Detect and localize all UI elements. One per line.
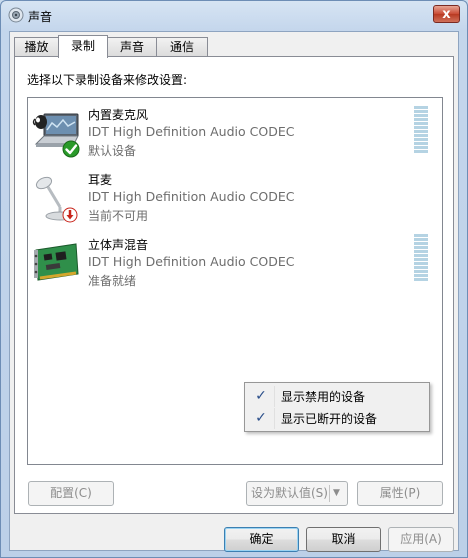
configure-button[interactable]: 配置(C) <box>28 481 114 506</box>
set-default-label: 设为默认值(S) <box>251 486 328 500</box>
properties-button[interactable]: 属性(P) <box>357 481 443 506</box>
level-meter <box>414 234 428 281</box>
ok-button[interactable]: 确定 <box>224 527 299 552</box>
checkmark-icon: ✓ <box>255 410 267 426</box>
apply-button[interactable]: 应用(A) <box>388 527 454 552</box>
menu-separator <box>274 408 275 429</box>
device-item-internal-mic[interactable]: 内置麦克风 IDT High Definition Audio CODEC 默认… <box>28 102 440 164</box>
sound-dialog-window: 声音 x 播放 录制 声音 通信 选择以下录制设备来修改设置: 内置麦克风 ID… <box>0 0 468 558</box>
menu-separator <box>274 386 275 407</box>
instruction-text: 选择以下录制设备来修改设置: <box>27 73 188 87</box>
device-driver: IDT High Definition Audio CODEC <box>88 254 295 269</box>
tab-communications[interactable]: 通信 <box>156 37 208 56</box>
dialog-client-area: 播放 录制 声音 通信 选择以下录制设备来修改设置: 内置麦克风 IDT Hig… <box>9 31 459 552</box>
device-name: 耳麦 <box>88 173 113 187</box>
set-default-button[interactable]: 设为默认值(S) ▼ <box>246 481 348 506</box>
close-button[interactable]: x <box>433 5 460 23</box>
context-menu: ✓ 显示禁用的设备 ✓ 显示已断开的设备 <box>244 382 430 432</box>
menu-item-label: 显示已断开的设备 <box>281 412 378 426</box>
unavailable-arrow-badge-icon <box>62 207 78 223</box>
device-name: 内置麦克风 <box>88 108 149 122</box>
device-status: 准备就绪 <box>88 274 137 288</box>
device-list[interactable]: 内置麦克风 IDT High Definition Audio CODEC 默认… <box>27 97 443 465</box>
sound-card-icon <box>34 243 79 281</box>
device-item-headset[interactable]: 耳麦 IDT High Definition Audio CODEC 当前不可用 <box>28 167 440 229</box>
checkmark-icon: ✓ <box>255 388 267 404</box>
window-title: 声音 <box>28 10 53 24</box>
menu-item-label: 显示禁用的设备 <box>281 390 366 404</box>
tab-sounds[interactable]: 声音 <box>107 37 157 56</box>
device-status: 当前不可用 <box>88 209 149 223</box>
level-meter <box>414 106 428 153</box>
dropdown-arrow-icon[interactable]: ▼ <box>333 482 340 505</box>
device-status: 默认设备 <box>88 144 137 158</box>
device-item-stereo-mix[interactable]: 立体声混音 IDT High Definition Audio CODEC 准备… <box>28 232 440 294</box>
default-check-badge-icon <box>62 140 80 158</box>
split-divider <box>329 485 330 502</box>
cancel-button[interactable]: 取消 <box>306 527 381 552</box>
device-name: 立体声混音 <box>88 238 149 252</box>
menu-item-show-disconnected[interactable]: ✓ 显示已断开的设备 <box>247 407 427 429</box>
device-driver: IDT High Definition Audio CODEC <box>88 189 295 204</box>
menu-item-show-disabled[interactable]: ✓ 显示禁用的设备 <box>247 385 427 407</box>
device-driver: IDT High Definition Audio CODEC <box>88 124 295 139</box>
tab-playback[interactable]: 播放 <box>14 37 59 56</box>
tab-recording[interactable]: 录制 <box>58 35 108 58</box>
speaker-icon <box>8 7 24 23</box>
recording-panel: 选择以下录制设备来修改设置: 内置麦克风 IDT High Definition… <box>14 56 454 514</box>
title-bar[interactable]: 声音 x <box>1 1 467 31</box>
